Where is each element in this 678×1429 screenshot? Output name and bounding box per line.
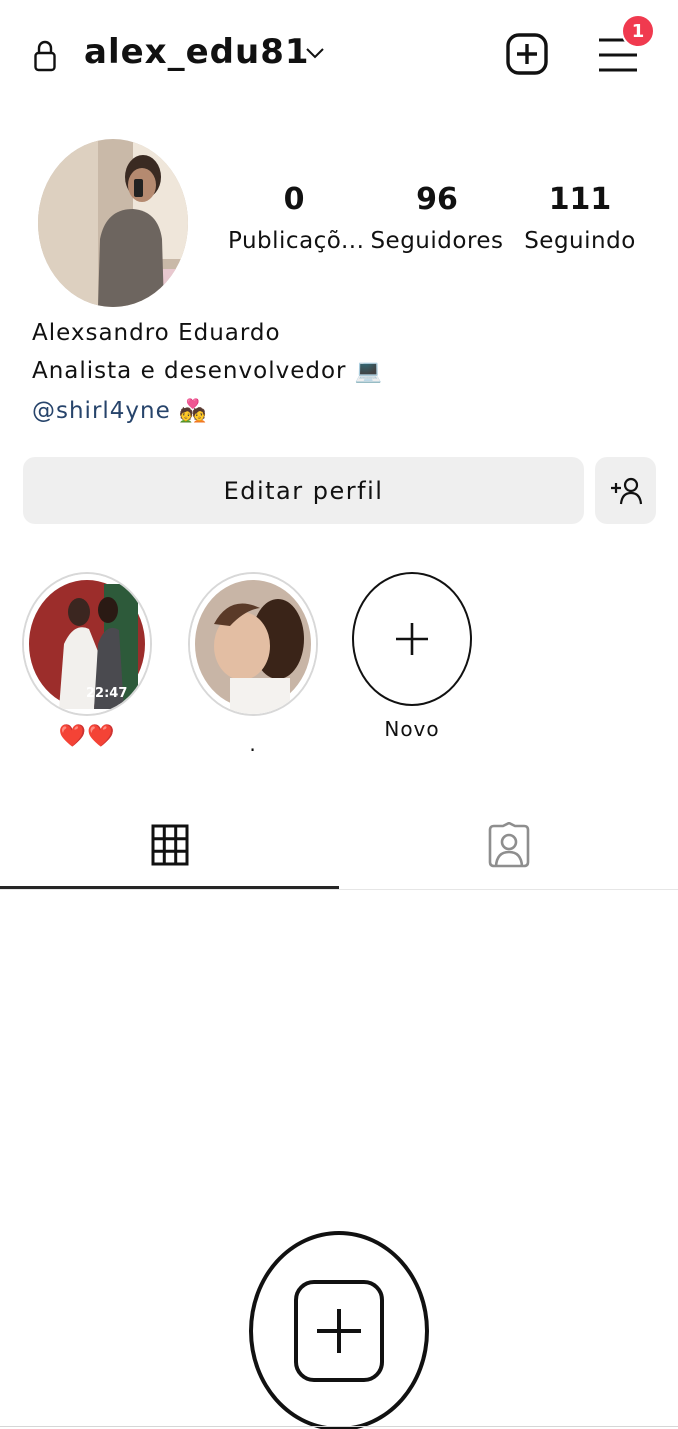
plus-icon (396, 623, 428, 655)
edit-profile-button[interactable]: Editar perfil (23, 457, 584, 524)
followers-count-label: Seguidores (370, 228, 504, 254)
highlight-2-label: . (249, 732, 257, 756)
profile-full-name: Alexsandro Eduardo (32, 320, 281, 346)
new-highlight-label: Novo (384, 717, 440, 741)
followers-count[interactable]: 96 Seguidores (370, 182, 504, 254)
discover-people-button[interactable] (595, 457, 656, 524)
tab-posts-grid[interactable] (0, 800, 339, 890)
profile-bio-text: Analista e desenvolvedor (32, 358, 347, 384)
highlight-2-cover (188, 572, 318, 716)
laptop-emoji: 💻 (354, 359, 384, 384)
posts-count-value: 0 (283, 182, 305, 217)
followers-count-value: 96 (416, 182, 458, 217)
highlight-2[interactable]: . (188, 572, 318, 762)
tagged-person-icon (488, 822, 529, 868)
tab-tagged[interactable] (339, 800, 678, 890)
profile-mention[interactable]: @shirl4yne 💑 (32, 398, 208, 424)
chevron-down-icon[interactable] (304, 44, 326, 62)
notification-badge: 1 (621, 14, 655, 48)
top-bar: alex_edu81 1 (0, 0, 678, 112)
tab-divider (0, 889, 678, 890)
posts-count[interactable]: 0 Publicaçõ... (228, 182, 365, 254)
profile-bio: Analista e desenvolvedor 💻 (32, 358, 383, 384)
following-count-value: 111 (548, 182, 612, 217)
highlight-2-photo (190, 574, 316, 714)
highlight-1-cover: 22:47 (22, 572, 152, 716)
highlight-1-label: ❤️❤️ (58, 724, 116, 749)
mention-link[interactable]: @shirl4yne (32, 398, 171, 424)
plus-square-icon (294, 1280, 384, 1382)
profile-username[interactable]: alex_edu81 (84, 32, 310, 72)
add-person-icon (610, 477, 642, 504)
avatar-photo (38, 139, 188, 307)
grid-icon (151, 824, 188, 866)
highlight-1-overlay-text: 22:47 (86, 686, 128, 701)
lock-icon (34, 40, 56, 72)
highlight-1[interactable]: 22:47 ❤️❤️ (22, 572, 152, 762)
new-highlight-button[interactable] (352, 572, 472, 706)
following-count[interactable]: 111 Seguindo (524, 182, 636, 254)
following-count-label: Seguindo (524, 228, 636, 254)
profile-avatar[interactable] (38, 139, 188, 307)
posts-count-label: Publicaçõ... (228, 228, 365, 254)
create-first-post-button[interactable] (249, 1231, 429, 1429)
plus-square-icon[interactable] (505, 32, 549, 76)
bottom-divider (0, 1426, 678, 1427)
couple-emoji: 💑 (179, 399, 208, 424)
